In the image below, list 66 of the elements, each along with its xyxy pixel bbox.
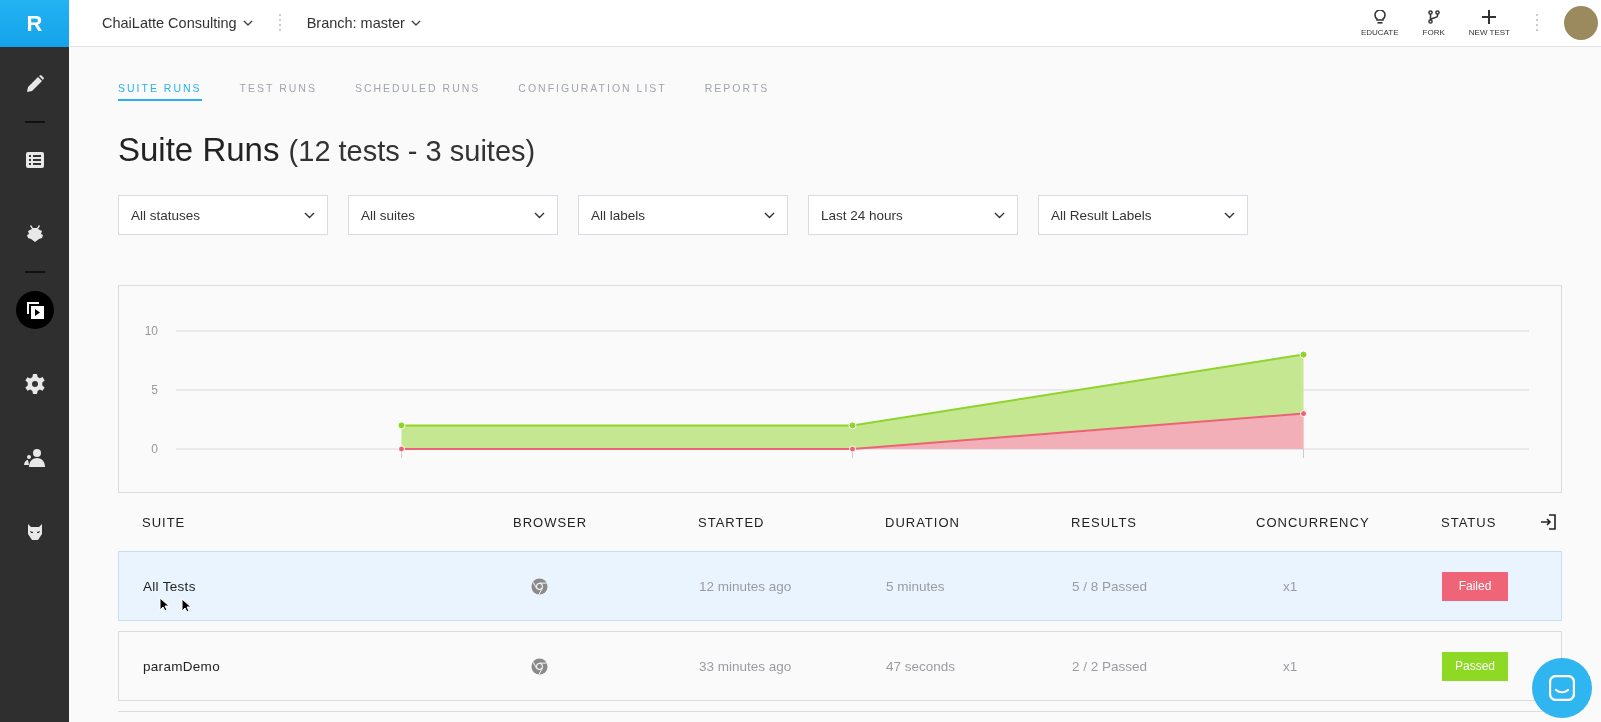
column-header: BROWSER xyxy=(513,514,589,530)
chevron-down-icon xyxy=(304,211,315,219)
chevron-down-icon xyxy=(534,211,545,219)
page-title: Suite Runs (12 tests - 3 suites) xyxy=(118,131,537,169)
toolbar-button[interactable]: NEW TEST xyxy=(1468,9,1510,37)
plus-icon xyxy=(1482,9,1497,24)
chevron-down-icon xyxy=(242,20,253,26)
status-badge: Passed xyxy=(1442,651,1508,681)
people-icon xyxy=(23,449,46,467)
chevron-down-icon xyxy=(994,211,1005,219)
column-header: STATUS xyxy=(1441,514,1498,530)
branch-dropdown[interactable]: Branch: master xyxy=(306,15,421,31)
filter-dropdown[interactable]: All suites xyxy=(348,195,558,235)
organization-dropdown[interactable]: ChaiLatte Consulting xyxy=(102,15,253,31)
filter-dropdown[interactable]: All labels xyxy=(578,195,788,235)
filter-dropdown[interactable]: All Result Labels xyxy=(1038,195,1248,235)
table-cell-text: x1 xyxy=(1282,658,1299,674)
active-nav-button[interactable] xyxy=(15,291,54,329)
play-copies-icon xyxy=(24,300,45,320)
bug-icon xyxy=(25,224,44,244)
column-header: STARTED xyxy=(698,514,766,530)
toolbar-button[interactable]: EDUCATE xyxy=(1360,9,1399,37)
column-header: SUITE xyxy=(142,514,187,530)
table-row[interactable]: All Tests 12 minutes ago 5 minutes 5 / 8 Passed x1 Failed xyxy=(118,551,1562,621)
axis-label: 5 xyxy=(151,383,158,397)
point xyxy=(849,445,856,453)
chevron-down-icon xyxy=(1224,211,1235,219)
avatar[interactable] xyxy=(1564,6,1598,40)
table-row[interactable]: paramDemo 33 minutes ago 47 seconds 2 / 2 Passed x1 Passed xyxy=(118,631,1562,701)
table-cell: paramDemo xyxy=(143,658,220,674)
toolbar-button[interactable]: FORK xyxy=(1422,9,1445,37)
filter-dropdown[interactable]: Last 24 hours xyxy=(808,195,1018,235)
chevron-down-icon xyxy=(410,20,421,26)
mouse-pointer-icon xyxy=(181,598,191,613)
column-header: RESULTS xyxy=(1071,514,1138,530)
table-cell-text: 2 / 2 Passed xyxy=(1072,658,1149,674)
chevron-down-icon xyxy=(764,211,775,219)
axis-label: 0 xyxy=(151,442,158,456)
table-cell-text: 5 minutes xyxy=(886,578,946,594)
filter-dropdown[interactable]: All statuses xyxy=(118,195,328,235)
table-cell-text: 5 / 8 Passed xyxy=(1072,578,1149,594)
fork-icon xyxy=(1427,9,1440,24)
point xyxy=(1300,410,1307,418)
browser-icon xyxy=(531,577,548,595)
chat-icon xyxy=(1549,675,1575,701)
mouse-pointer-icon xyxy=(159,597,169,612)
point xyxy=(397,421,406,430)
point xyxy=(1299,350,1308,359)
point xyxy=(848,421,857,430)
lightbulb-icon xyxy=(1373,9,1386,24)
browser-icon xyxy=(531,657,548,675)
pencil-icon xyxy=(24,74,45,94)
table-cell-text: x1 xyxy=(1282,578,1299,594)
table-cell: All Tests xyxy=(143,578,196,594)
list-icon xyxy=(25,152,44,168)
mask-icon xyxy=(26,524,43,540)
export-icon[interactable] xyxy=(1540,514,1556,530)
table-cell-text: 12 minutes ago xyxy=(699,578,793,594)
status-badge: Failed xyxy=(1442,571,1508,601)
column-header: DURATION xyxy=(885,514,961,530)
axis-label: 10 xyxy=(144,324,158,338)
settings-icon xyxy=(24,374,45,394)
table-cell-text: 47 seconds xyxy=(886,658,957,674)
column-header: CONCURRENCY xyxy=(1256,514,1371,530)
point xyxy=(398,445,405,453)
table-cell-text: 33 minutes ago xyxy=(699,658,793,674)
